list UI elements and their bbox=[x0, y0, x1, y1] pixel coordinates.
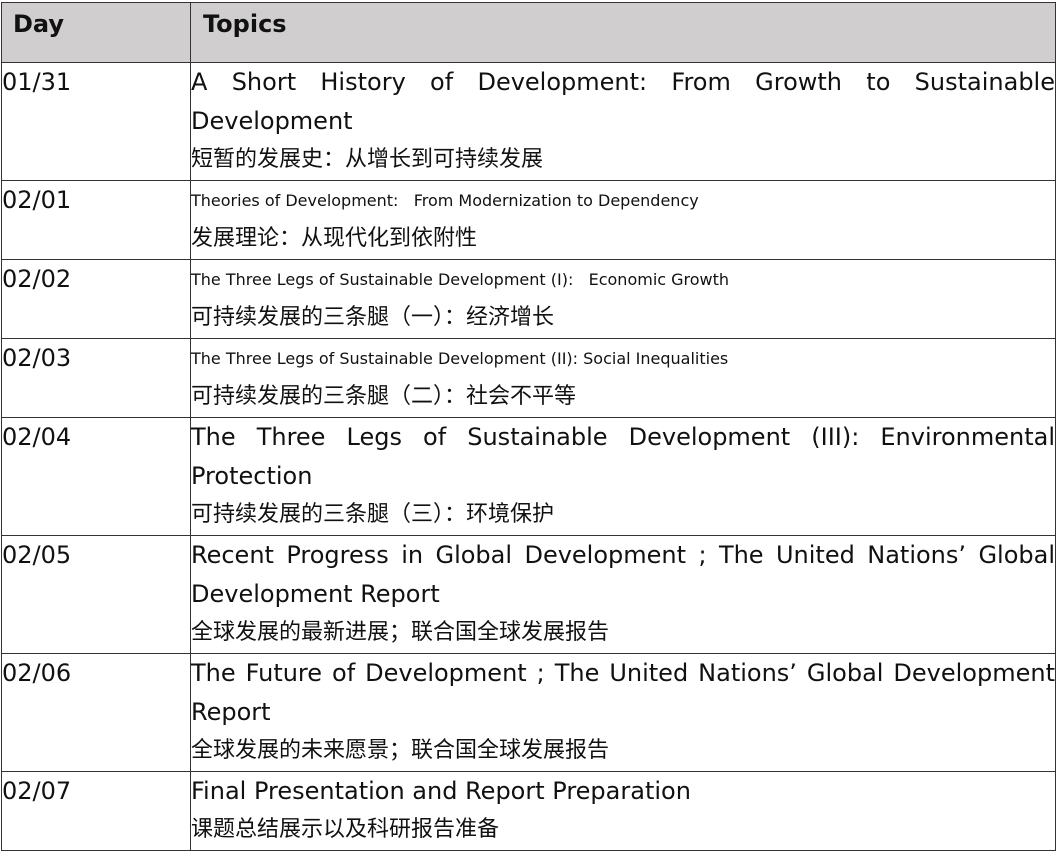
topic-english: Theories of Development: From Modernizat… bbox=[191, 191, 699, 210]
topic-chinese: 发展理论：从现代化到依附性 bbox=[191, 226, 478, 251]
topic-chinese: 可持续发展的三条腿（三）：环境保护 bbox=[191, 502, 555, 527]
topic-english: The Future of Development ; The United N… bbox=[191, 659, 1055, 726]
table-row: 02/03 The Three Legs of Sustainable Deve… bbox=[1, 338, 1056, 418]
topics-column-header: Topics bbox=[190, 2, 1056, 63]
table-row: 02/04 The Three Legs of Sustainable Deve… bbox=[1, 417, 1056, 536]
table-row: 02/02 The Three Legs of Sustainable Deve… bbox=[1, 259, 1056, 339]
topic-cell: The Three Legs of Sustainable Developmen… bbox=[190, 417, 1056, 536]
topic-english: Recent Progress in Global Development ; … bbox=[191, 541, 1055, 608]
table-row: 02/07 Final Presentation and Report Prep… bbox=[1, 771, 1056, 851]
day-cell: 02/03 bbox=[1, 338, 191, 418]
day-cell: 02/07 bbox=[1, 771, 191, 851]
topic-cell: The Three Legs of Sustainable Developmen… bbox=[190, 338, 1056, 418]
topic-cell: Recent Progress in Global Development ; … bbox=[190, 535, 1056, 654]
day-cell: 02/05 bbox=[1, 535, 191, 654]
topic-chinese: 可持续发展的三条腿（二）：社会不平等 bbox=[191, 384, 577, 409]
day-column-header: Day bbox=[1, 2, 191, 63]
header-row: Day Topics bbox=[1, 2, 1056, 63]
topic-cell: Final Presentation and Report Preparatio… bbox=[190, 771, 1056, 851]
table-row: 02/05 Recent Progress in Global Developm… bbox=[1, 535, 1056, 654]
day-cell: 01/31 bbox=[1, 62, 191, 181]
topic-chinese: 全球发展的未来愿景；联合国全球发展报告 bbox=[191, 738, 610, 763]
topic-chinese: 课题总结展示以及科研报告准备 bbox=[191, 817, 500, 842]
day-header-label: Day bbox=[13, 10, 65, 38]
day-cell: 02/01 bbox=[1, 180, 191, 260]
topics-header-label: Topics bbox=[203, 10, 287, 38]
schedule-table: Day Topics 01/31 A Short History of Deve… bbox=[1, 2, 1056, 851]
day-cell: 02/04 bbox=[1, 417, 191, 536]
topic-chinese: 可持续发展的三条腿（一）：经济增长 bbox=[191, 305, 555, 330]
table-row: 02/01 Theories of Development: From Mode… bbox=[1, 180, 1056, 260]
table-row: 01/31 A Short History of Development: Fr… bbox=[1, 62, 1056, 181]
day-cell: 02/02 bbox=[1, 259, 191, 339]
topic-english: A Short History of Development: From Gro… bbox=[191, 68, 1055, 135]
topic-english: The Three Legs of Sustainable Developmen… bbox=[191, 270, 730, 289]
topic-english: The Three Legs of Sustainable Developmen… bbox=[191, 423, 1055, 490]
topic-english: Final Presentation and Report Preparatio… bbox=[191, 777, 691, 805]
table-row: 02/06 The Future of Development ; The Un… bbox=[1, 653, 1056, 772]
topic-cell: The Three Legs of Sustainable Developmen… bbox=[190, 259, 1056, 339]
topic-english: The Three Legs of Sustainable Developmen… bbox=[191, 349, 729, 368]
topic-cell: The Future of Development ; The United N… bbox=[190, 653, 1056, 772]
day-cell: 02/06 bbox=[1, 653, 191, 772]
topic-chinese: 短暂的发展史：从增长到可持续发展 bbox=[191, 147, 544, 172]
topic-cell: Theories of Development: From Modernizat… bbox=[190, 180, 1056, 260]
topic-chinese: 全球发展的最新进展；联合国全球发展报告 bbox=[191, 620, 610, 645]
topic-cell: A Short History of Development: From Gro… bbox=[190, 62, 1056, 181]
